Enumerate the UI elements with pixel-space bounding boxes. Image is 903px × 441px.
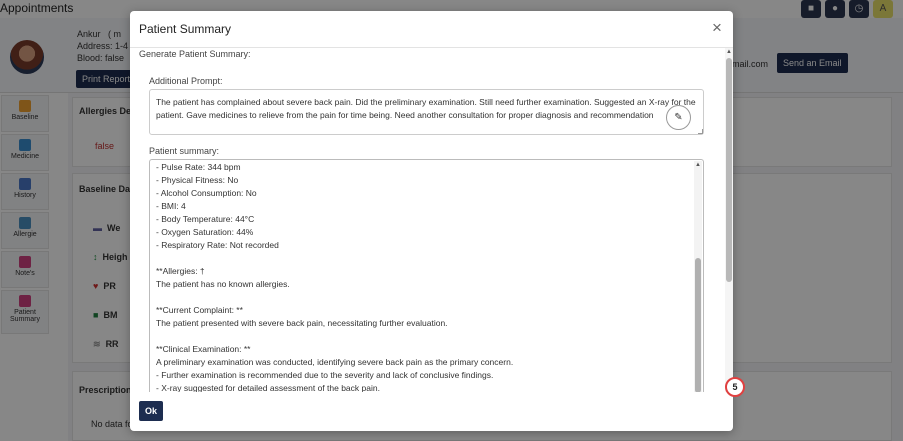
summary-line: - Body Temperature: 44°C — [156, 214, 255, 224]
summary-line: - Oxygen Saturation: 44% — [156, 227, 254, 237]
summary-line: - BMI: 4 — [156, 201, 186, 211]
summary-blank-line — [156, 252, 686, 265]
scroll-up-icon[interactable]: ▲ — [694, 161, 702, 169]
modal-body: Generate Patient Summary: Additional Pro… — [130, 48, 725, 392]
additional-prompt-textarea[interactable]: The patient has complained about severe … — [149, 89, 704, 135]
summary-line: A preliminary examination was conducted,… — [156, 357, 514, 367]
summary-scrollbar-thumb[interactable] — [695, 258, 701, 392]
summary-line: - Alcohol Consumption: No — [156, 188, 257, 198]
patient-summary-modal: Patient Summary × Generate Patient Summa… — [130, 11, 733, 431]
summary-line: - Physical Fitness: No — [156, 175, 239, 185]
notification-badge: 5 — [725, 377, 745, 397]
summary-blank-line — [156, 291, 686, 304]
summary-line: **Current Complaint: ** — [156, 305, 243, 315]
summary-line: **Clinical Examination: ** — [156, 344, 251, 354]
summary-scrollbar[interactable]: ▲ — [694, 161, 702, 392]
additional-prompt-label: Additional Prompt: — [149, 76, 223, 86]
close-icon[interactable]: × — [709, 18, 725, 38]
summary-line: - Respiratory Rate: Not recorded — [156, 240, 279, 250]
modal-scrollbar[interactable]: ▲ — [725, 48, 733, 392]
modal-title: Patient Summary — [139, 22, 232, 36]
summary-line: The patient has no known allergies. — [156, 279, 290, 289]
modal-scrollbar-thumb[interactable] — [726, 58, 732, 282]
patient-summary-textarea[interactable]: - Pulse Rate: 344 bpm - Physical Fitness:… — [149, 159, 704, 392]
summary-blank-line — [156, 330, 686, 343]
ok-button[interactable]: Ok — [139, 401, 163, 421]
patient-summary-label: Patient summary: — [149, 146, 220, 156]
microphone-icon[interactable]: ✎ — [666, 105, 691, 130]
summary-line: - Pulse Rate: 344 bpm — [156, 162, 241, 172]
modal-header: Patient Summary × — [130, 11, 733, 48]
scroll-up-icon[interactable]: ▲ — [725, 48, 733, 56]
summary-line: - Further examination is recommended due… — [156, 370, 494, 380]
resize-handle[interactable] — [698, 129, 703, 134]
summary-line: - X-ray suggested for detailed assessmen… — [156, 383, 380, 392]
summary-line: **Allergies: † — [156, 266, 205, 276]
summary-line: The patient presented with severe back p… — [156, 318, 448, 328]
patient-summary-text: - Pulse Rate: 344 bpm - Physical Fitness:… — [156, 161, 686, 392]
generate-summary-label: Generate Patient Summary: — [139, 49, 251, 59]
